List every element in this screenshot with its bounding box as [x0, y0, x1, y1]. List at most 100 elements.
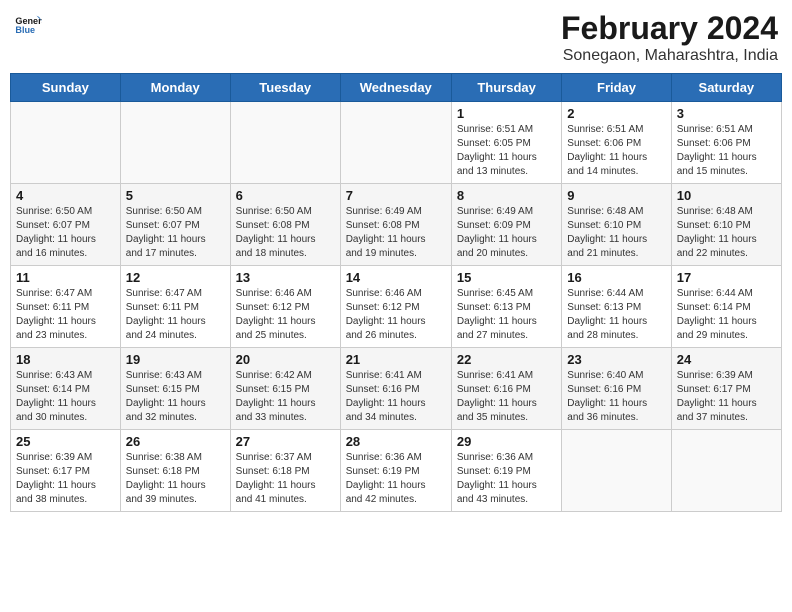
calendar-cell: 23 Sunrise: 6:40 AMSunset: 6:16 PMDayligh…	[562, 348, 671, 430]
day-info: Sunrise: 6:37 AMSunset: 6:18 PMDaylight:…	[236, 451, 335, 507]
calendar-cell: 20Sunrise: 6:42 AMSunset: 6:15 PMDayligh…	[230, 348, 340, 430]
calendar-week-row: 11 Sunrise: 6:47 AMSunset: 6:11 PMDayligh…	[11, 266, 782, 348]
day-number: 3	[677, 106, 776, 121]
day-number: 11	[16, 270, 115, 285]
calendar-cell: 10 Sunrise: 6:48 AMSunset: 6:10 PMDayligh…	[671, 184, 781, 266]
day-info: Sunrise: 6:43 AMSunset: 6:15 PMDaylight:…	[126, 369, 225, 425]
day-number: 19	[126, 352, 225, 367]
calendar-cell: 28 Sunrise: 6:36 AMSunset: 6:19 PMDayligh…	[340, 430, 451, 512]
day-number: 6	[236, 188, 335, 203]
day-number: 27	[236, 434, 335, 449]
day-info: Sunrise: 6:47 AMSunset: 6:11 PMDaylight:…	[126, 287, 225, 343]
day-number: 26	[126, 434, 225, 449]
logo-icon: General Blue	[14, 10, 42, 38]
day-info: Sunrise: 6:51 AMSunset: 6:06 PMDaylight:…	[677, 123, 776, 179]
calendar-cell: 16 Sunrise: 6:44 AMSunset: 6:13 PMDayligh…	[562, 266, 671, 348]
day-info: Sunrise: 6:50 AMSunset: 6:07 PMDaylight:…	[126, 205, 225, 261]
calendar-cell: 17 Sunrise: 6:44 AMSunset: 6:14 PMDayligh…	[671, 266, 781, 348]
day-number: 12	[126, 270, 225, 285]
day-info: Sunrise: 6:49 AMSunset: 6:08 PMDaylight:…	[346, 205, 446, 261]
calendar-cell: 19 Sunrise: 6:43 AMSunset: 6:15 PMDayligh…	[120, 348, 230, 430]
day-info: Sunrise: 6:44 AMSunset: 6:14 PMDaylight:…	[677, 287, 776, 343]
calendar-cell: 15Sunrise: 6:45 AMSunset: 6:13 PMDayligh…	[451, 266, 561, 348]
day-number: 18	[16, 352, 115, 367]
calendar-title: February 2024	[561, 10, 778, 47]
calendar-cell: 4 Sunrise: 6:50 AMSunset: 6:07 PMDaylight…	[11, 184, 121, 266]
calendar-cell: 26 Sunrise: 6:38 AMSunset: 6:18 PMDayligh…	[120, 430, 230, 512]
day-info: Sunrise: 6:39 AMSunset: 6:17 PMDaylight:…	[677, 369, 776, 425]
calendar-cell: 25 Sunrise: 6:39 AMSunset: 6:17 PMDayligh…	[11, 430, 121, 512]
day-number: 21	[346, 352, 446, 367]
day-number: 25	[16, 434, 115, 449]
day-info: Sunrise: 6:49 AMSunset: 6:09 PMDaylight:…	[457, 205, 556, 261]
calendar-cell: 2Sunrise: 6:51 AMSunset: 6:06 PMDaylight…	[562, 102, 671, 184]
day-info: Sunrise: 6:50 AMSunset: 6:08 PMDaylight:…	[236, 205, 335, 261]
day-number: 8	[457, 188, 556, 203]
calendar-cell: 9 Sunrise: 6:48 AMSunset: 6:10 PMDaylight…	[562, 184, 671, 266]
day-info: Sunrise: 6:51 AMSunset: 6:05 PMDaylight:…	[457, 123, 556, 179]
day-header-thursday: Thursday	[451, 74, 561, 102]
calendar-cell: 11 Sunrise: 6:47 AMSunset: 6:11 PMDayligh…	[11, 266, 121, 348]
day-number: 24	[677, 352, 776, 367]
day-header-monday: Monday	[120, 74, 230, 102]
calendar-table: SundayMondayTuesdayWednesdayThursdayFrid…	[10, 73, 782, 512]
day-info: Sunrise: 6:43 AMSunset: 6:14 PMDaylight:…	[16, 369, 115, 425]
calendar-week-row: 4 Sunrise: 6:50 AMSunset: 6:07 PMDaylight…	[11, 184, 782, 266]
day-header-wednesday: Wednesday	[340, 74, 451, 102]
day-info: Sunrise: 6:36 AMSunset: 6:19 PMDaylight:…	[457, 451, 556, 507]
day-header-tuesday: Tuesday	[230, 74, 340, 102]
day-number: 5	[126, 188, 225, 203]
calendar-cell: 14Sunrise: 6:46 AMSunset: 6:12 PMDayligh…	[340, 266, 451, 348]
day-info: Sunrise: 6:38 AMSunset: 6:18 PMDaylight:…	[126, 451, 225, 507]
day-info: Sunrise: 6:48 AMSunset: 6:10 PMDaylight:…	[677, 205, 776, 261]
day-number: 17	[677, 270, 776, 285]
day-headers-row: SundayMondayTuesdayWednesdayThursdayFrid…	[11, 74, 782, 102]
day-number: 10	[677, 188, 776, 203]
day-info: Sunrise: 6:36 AMSunset: 6:19 PMDaylight:…	[346, 451, 446, 507]
day-info: Sunrise: 6:39 AMSunset: 6:17 PMDaylight:…	[16, 451, 115, 507]
day-number: 29	[457, 434, 556, 449]
day-info: Sunrise: 6:40 AMSunset: 6:16 PMDaylight:…	[567, 369, 665, 425]
logo: General Blue	[14, 10, 42, 38]
calendar-cell: 27 Sunrise: 6:37 AMSunset: 6:18 PMDayligh…	[230, 430, 340, 512]
calendar-cell: 24 Sunrise: 6:39 AMSunset: 6:17 PMDayligh…	[671, 348, 781, 430]
day-number: 1	[457, 106, 556, 121]
day-number: 14	[346, 270, 446, 285]
day-header-saturday: Saturday	[671, 74, 781, 102]
calendar-cell: 6 Sunrise: 6:50 AMSunset: 6:08 PMDaylight…	[230, 184, 340, 266]
day-info: Sunrise: 6:46 AMSunset: 6:12 PMDaylight:…	[236, 287, 335, 343]
calendar-cell	[340, 102, 451, 184]
day-header-sunday: Sunday	[11, 74, 121, 102]
svg-text:Blue: Blue	[15, 25, 35, 35]
day-number: 4	[16, 188, 115, 203]
calendar-cell	[230, 102, 340, 184]
day-number: 15	[457, 270, 556, 285]
calendar-cell: 29 Sunrise: 6:36 AMSunset: 6:19 PMDayligh…	[451, 430, 561, 512]
day-info: Sunrise: 6:47 AMSunset: 6:11 PMDaylight:…	[16, 287, 115, 343]
day-number: 9	[567, 188, 665, 203]
day-number: 28	[346, 434, 446, 449]
day-number: 16	[567, 270, 665, 285]
calendar-subtitle: Sonegaon, Maharashtra, India	[561, 47, 778, 65]
title-section: February 2024 Sonegaon, Maharashtra, Ind…	[561, 10, 778, 65]
day-info: Sunrise: 6:51 AMSunset: 6:06 PMDaylight:…	[567, 123, 665, 179]
calendar-cell: 18 Sunrise: 6:43 AMSunset: 6:14 PMDayligh…	[11, 348, 121, 430]
day-number: 22	[457, 352, 556, 367]
calendar-cell: 7Sunrise: 6:49 AMSunset: 6:08 PMDaylight…	[340, 184, 451, 266]
calendar-week-row: 25 Sunrise: 6:39 AMSunset: 6:17 PMDayligh…	[11, 430, 782, 512]
day-info: Sunrise: 6:42 AMSunset: 6:15 PMDaylight:…	[236, 369, 335, 425]
calendar-cell: 8 Sunrise: 6:49 AMSunset: 6:09 PMDaylight…	[451, 184, 561, 266]
day-info: Sunrise: 6:44 AMSunset: 6:13 PMDaylight:…	[567, 287, 665, 343]
day-info: Sunrise: 6:41 AMSunset: 6:16 PMDaylight:…	[346, 369, 446, 425]
calendar-week-row: 18 Sunrise: 6:43 AMSunset: 6:14 PMDayligh…	[11, 348, 782, 430]
day-info: Sunrise: 6:48 AMSunset: 6:10 PMDaylight:…	[567, 205, 665, 261]
calendar-cell: 22Sunrise: 6:41 AMSunset: 6:16 PMDayligh…	[451, 348, 561, 430]
calendar-cell	[120, 102, 230, 184]
day-info: Sunrise: 6:50 AMSunset: 6:07 PMDaylight:…	[16, 205, 115, 261]
calendar-cell: 21 Sunrise: 6:41 AMSunset: 6:16 PMDayligh…	[340, 348, 451, 430]
calendar-cell: 12 Sunrise: 6:47 AMSunset: 6:11 PMDayligh…	[120, 266, 230, 348]
day-number: 23	[567, 352, 665, 367]
calendar-cell: 3 Sunrise: 6:51 AMSunset: 6:06 PMDaylight…	[671, 102, 781, 184]
day-number: 13	[236, 270, 335, 285]
page-header: General Blue February 2024 Sonegaon, Mah…	[10, 10, 782, 65]
